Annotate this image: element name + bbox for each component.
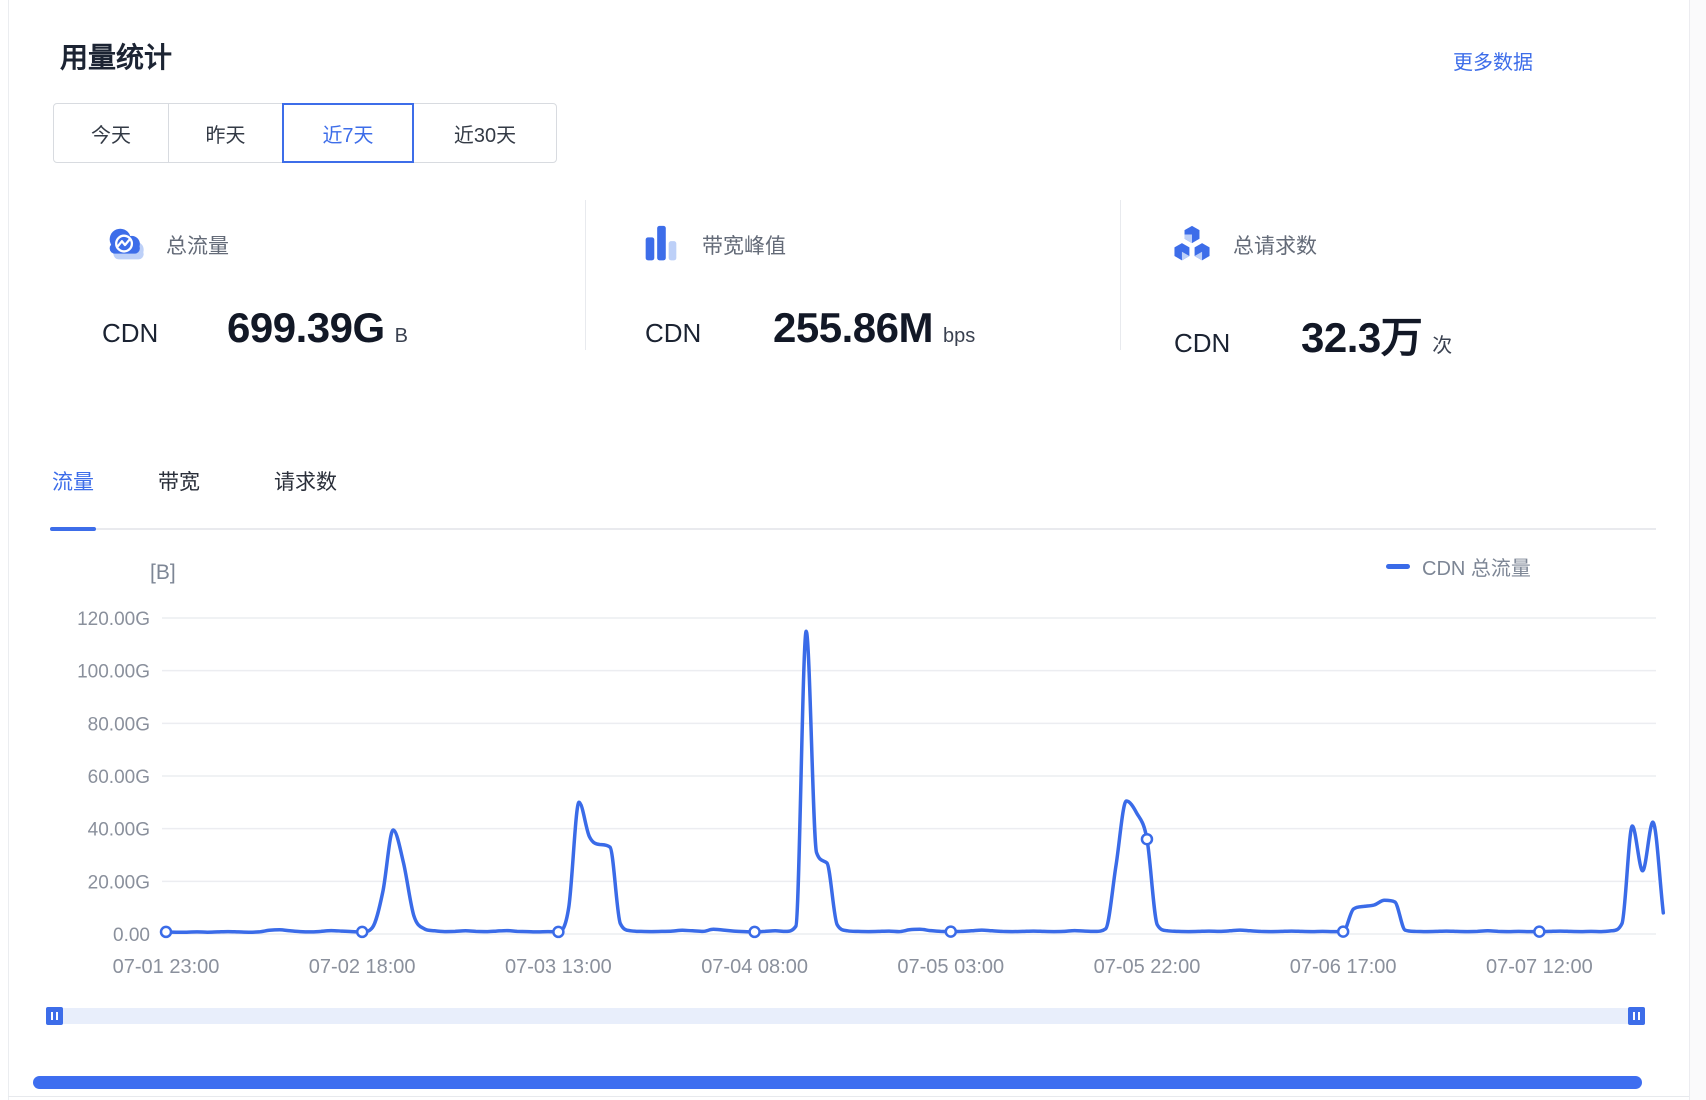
range-tab-label: 近7天: [322, 119, 373, 148]
stat-product: CDN: [1174, 328, 1301, 359]
requests-cubes-icon: [1169, 222, 1215, 268]
horizontal-scrollbar-thumb[interactable]: [33, 1076, 1642, 1089]
chart-tab-requests[interactable]: 请求数: [274, 466, 337, 496]
y-axis-tick-label: 20.00G: [88, 872, 150, 893]
data-point-marker[interactable]: [1338, 927, 1348, 937]
data-point-marker[interactable]: [161, 927, 171, 937]
x-axis-tick-label: 07-04 08:00: [701, 956, 808, 978]
stat-unit: B: [395, 325, 408, 348]
tabs-divider: [50, 528, 1656, 530]
range-tab-last-30-days[interactable]: 近30天: [413, 103, 557, 163]
y-axis-tick-label: 80.00G: [88, 714, 150, 735]
y-axis-tick-label: 120.00G: [77, 609, 150, 630]
stat-value: 32.3万: [1301, 304, 1422, 365]
data-point-marker[interactable]: [1142, 834, 1152, 844]
x-axis-tick-label: 07-03 13:00: [505, 956, 612, 978]
cdn-total-traffic-line[interactable]: [166, 631, 1663, 932]
range-tab-label: 今天: [91, 119, 131, 148]
active-tab-underline: [50, 527, 96, 531]
range-tab-today[interactable]: 今天: [53, 103, 169, 163]
x-axis-tick-label: 07-06 17:00: [1290, 956, 1397, 978]
chart-tab-bandwidth[interactable]: 带宽: [158, 466, 200, 496]
more-data-link[interactable]: 更多数据: [1453, 46, 1533, 75]
stat-label: 带宽峰值: [702, 230, 786, 260]
data-zoom-right-handle[interactable]: [1628, 1007, 1645, 1025]
stat-card-peak-bandwidth: 带宽峰值 CDN 255.86M bps: [585, 200, 1120, 350]
x-axis-tick-label: 07-01 23:00: [113, 956, 220, 978]
chart-tab-traffic[interactable]: 流量: [52, 466, 94, 496]
stat-unit: bps: [943, 325, 975, 348]
date-range-tabs: 今天 昨天 近7天 近30天: [53, 103, 557, 163]
range-tab-last-7-days[interactable]: 近7天: [282, 103, 414, 163]
data-point-marker[interactable]: [946, 927, 956, 937]
x-axis-tick-label: 07-07 12:00: [1486, 956, 1593, 978]
data-point-marker[interactable]: [1534, 927, 1544, 937]
y-axis-tick-label: 40.00G: [88, 820, 150, 841]
y-axis-tick-label: 60.00G: [88, 767, 150, 788]
data-zoom-slider-track[interactable]: [46, 1008, 1645, 1024]
range-tab-label: 近30天: [454, 119, 516, 148]
x-axis-tick-label: 07-02 18:00: [309, 956, 416, 978]
stat-label: 总请求数: [1233, 230, 1317, 260]
data-point-marker[interactable]: [750, 927, 760, 937]
stat-cards-row: 总流量 CDN 699.39G B 带宽峰值 CDN 255.86M bps: [60, 200, 1650, 350]
stat-unit: 次: [1432, 329, 1452, 358]
y-axis-tick-label: 0.00: [113, 925, 150, 946]
stat-card-total-requests: 总请求数 CDN 32.3万 次: [1120, 200, 1650, 350]
data-point-marker[interactable]: [553, 927, 563, 937]
traffic-cloud-icon: [102, 222, 148, 268]
page-title: 用量统计: [60, 36, 172, 76]
traffic-line-chart[interactable]: 120.00G 100.00G 80.00G 60.00G 40.00G 20.00G 0.…: [0, 540, 1706, 990]
bandwidth-bars-icon: [638, 222, 684, 268]
data-zoom-left-handle[interactable]: [46, 1007, 63, 1025]
usage-statistics-panel: 用量统计 更多数据 今天 昨天 近7天 近30天 总流量: [0, 0, 1706, 1100]
y-axis-tick-label: 100.00G: [77, 662, 150, 683]
stat-value: 255.86M: [773, 304, 933, 352]
stat-product: CDN: [102, 318, 227, 349]
stat-product: CDN: [645, 318, 773, 349]
panel-bottom-border: [8, 1096, 1689, 1097]
x-axis-tick-label: 07-05 22:00: [1094, 956, 1201, 978]
stat-card-total-traffic: 总流量 CDN 699.39G B: [60, 200, 585, 350]
x-axis-tick-label: 07-05 03:00: [897, 956, 1004, 978]
range-tab-yesterday[interactable]: 昨天: [168, 103, 283, 163]
stat-label: 总流量: [166, 230, 229, 260]
stat-value: 699.39G: [227, 304, 385, 352]
data-point-marker[interactable]: [357, 927, 367, 937]
range-tab-label: 昨天: [206, 119, 246, 148]
chart-metric-tabs: 流量 带宽 请求数: [0, 466, 337, 496]
